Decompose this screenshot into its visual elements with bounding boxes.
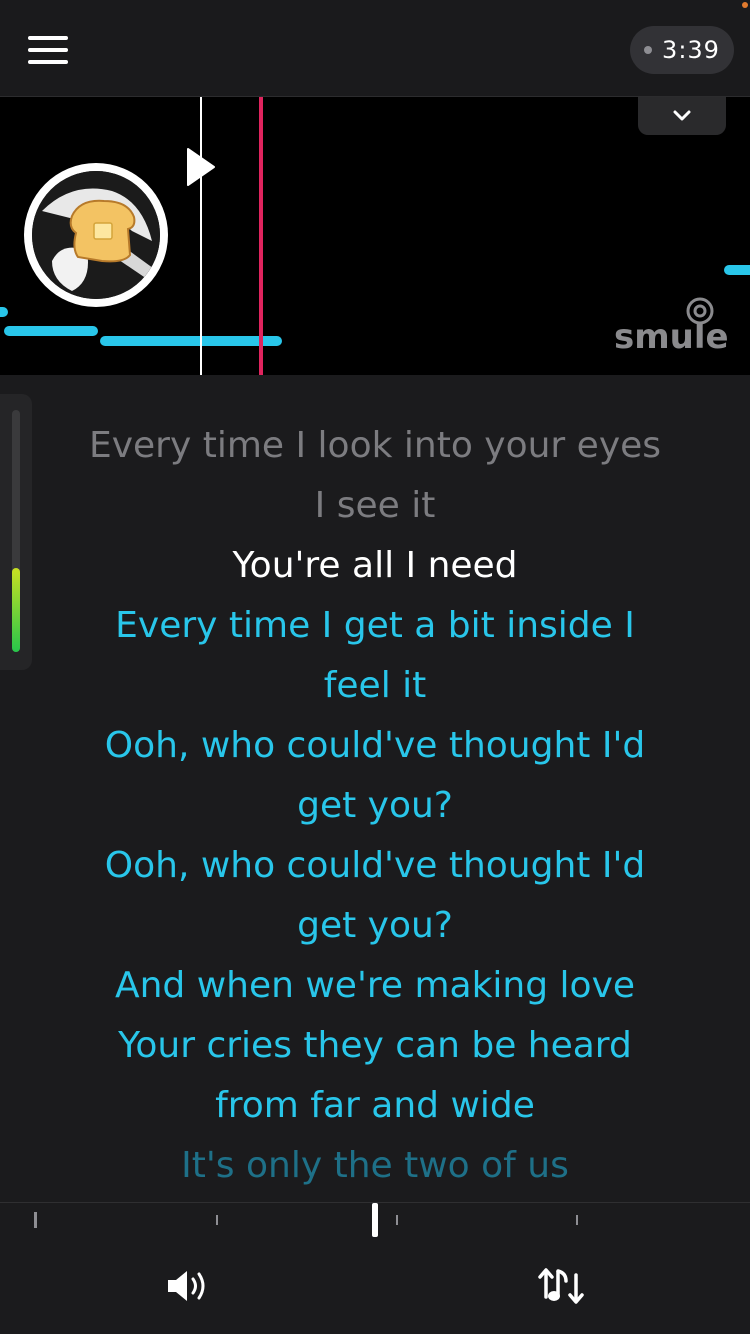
lyric-line: from far and wide — [215, 1085, 535, 1126]
lyric-line-current: You're all I need — [232, 545, 518, 586]
avatar-image — [32, 171, 160, 299]
lyric-line: Ooh, who could've thought I'd — [104, 725, 646, 766]
play-icon[interactable] — [186, 147, 216, 187]
timer-dot — [644, 46, 653, 54]
lyric-line: Every time I get a bit inside I — [115, 605, 635, 646]
timeline-section-marker — [576, 1215, 578, 1225]
lyric-line: Your cries they can be heard — [118, 1025, 632, 1066]
lyric-line: Every time I look into your eyes — [88, 425, 662, 466]
key-change-icon — [538, 1268, 584, 1304]
lyric-line: I see it — [314, 485, 436, 526]
pitch-note — [0, 307, 8, 317]
timeline-section-marker — [216, 1215, 218, 1225]
timeline-position-handle[interactable] — [372, 1203, 378, 1237]
playhead-line — [200, 97, 202, 375]
song-timeline-scrubber[interactable] — [0, 1202, 750, 1238]
key-change-button[interactable] — [536, 1261, 586, 1311]
smule-logo-text: smule — [614, 317, 729, 357]
singer-avatar[interactable] — [24, 163, 168, 307]
pitch-note — [4, 326, 98, 336]
lyrics-panel: Every time I look into your eyes I see i… — [0, 416, 750, 1194]
timer-text: 3:39 — [662, 36, 720, 64]
pitch-note — [100, 336, 282, 346]
song-timer: 3:39 — [630, 26, 734, 74]
hamburger-menu-icon[interactable] — [22, 28, 74, 72]
pitch-stage: smule — [0, 97, 750, 375]
pitch-note — [724, 265, 750, 275]
lyric-line: feel it — [323, 665, 427, 706]
volume-button[interactable] — [162, 1261, 212, 1311]
toast-illustration — [32, 171, 160, 299]
lyric-line: And when we're making love — [114, 965, 636, 1006]
lyric-line: get you? — [297, 905, 453, 946]
lyric-line: Ooh, who could've thought I'd — [104, 845, 646, 886]
timeline-section-marker — [396, 1215, 398, 1225]
collapse-button[interactable] — [638, 97, 726, 135]
chevron-down-icon — [673, 110, 691, 121]
volume-icon — [168, 1271, 205, 1301]
status-indicator-dot — [742, 2, 748, 8]
lyric-line: It's only the two of us — [181, 1145, 569, 1186]
top-bar: 3:39 — [0, 0, 750, 97]
bottom-controls — [0, 1237, 750, 1334]
pitch-marker-line — [259, 97, 263, 375]
lyric-line: get you? — [297, 785, 453, 826]
timeline-section-marker — [34, 1212, 37, 1228]
